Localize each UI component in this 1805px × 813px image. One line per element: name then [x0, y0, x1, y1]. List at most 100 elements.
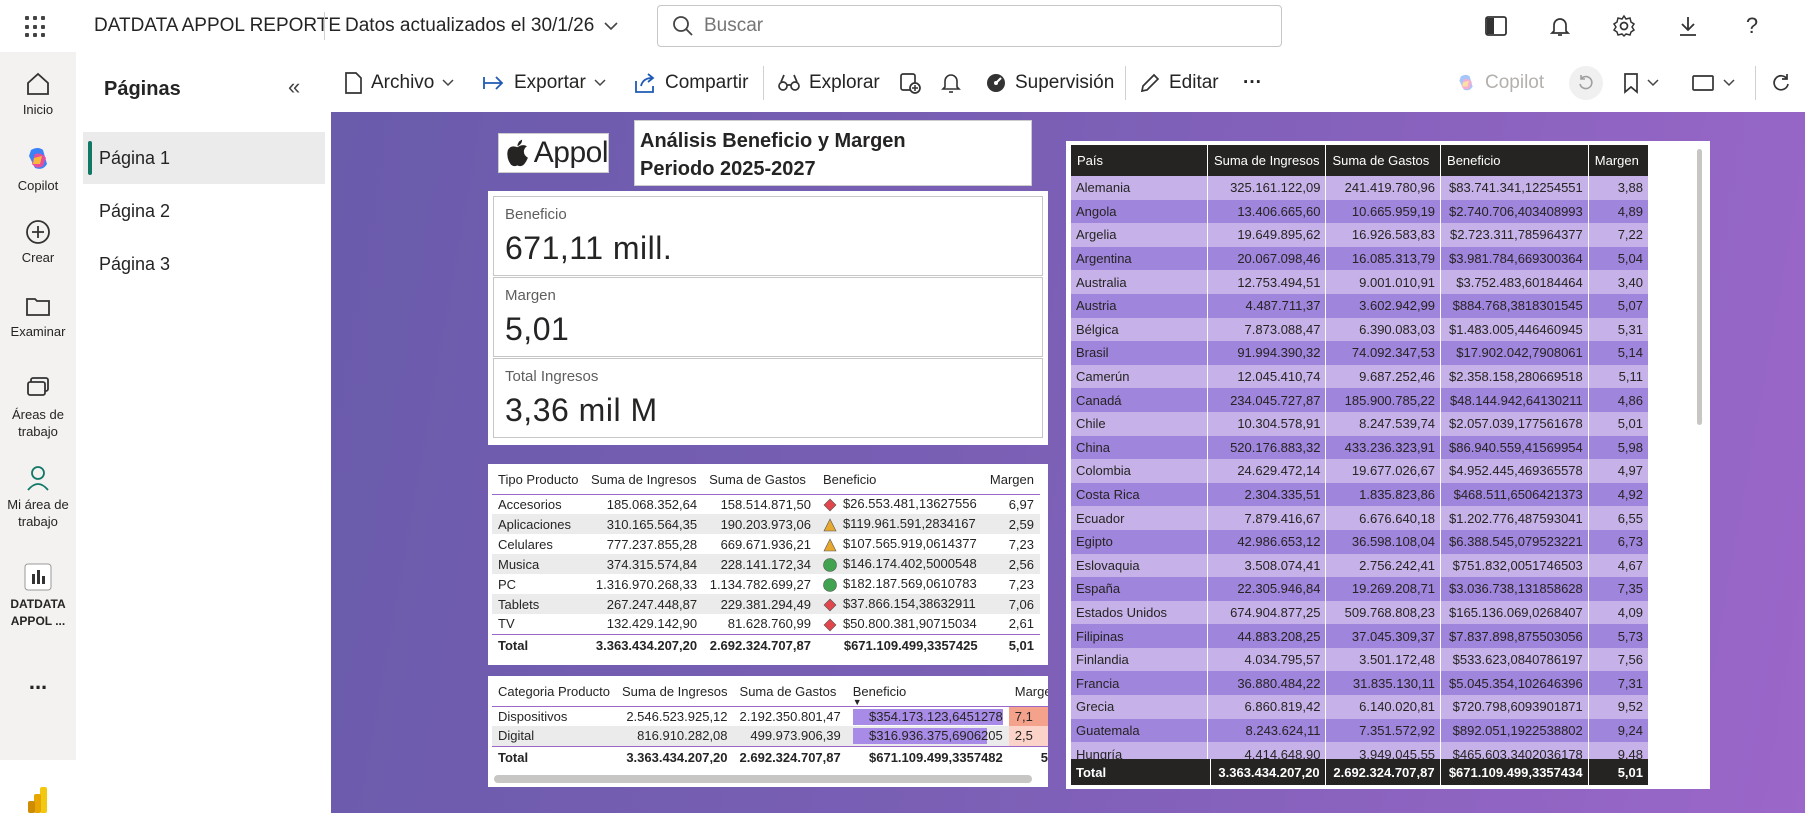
table-row[interactable]: Finlandia 4.034.795,57 3.501.172,48 $533.62… — [1070, 647, 1648, 672]
column-header[interactable]: Suma de Gastos — [703, 466, 817, 495]
help-icon[interactable]: ? — [1738, 12, 1766, 40]
table-row[interactable]: Colombia 24.629.472,14 19.677.026,67 $4.952… — [1070, 459, 1648, 483]
view-mode-icon[interactable] — [1691, 70, 1735, 96]
collapse-pages-icon[interactable]: « — [288, 74, 300, 100]
export-menu-button[interactable]: Exportar — [482, 70, 606, 96]
kpi-card-total-ingresos[interactable]: Total Ingresos 3,36 mil M — [493, 358, 1043, 438]
table-cell: Colombia — [1070, 459, 1208, 483]
table-row[interactable]: Egipto 42.986.653,12 36.598.108,04 $6.388.5… — [1070, 529, 1648, 554]
table-cell: 520.176.883,32 — [1206, 435, 1326, 460]
table-row[interactable]: Angola 13.406.665,60 10.665.959,19 $2.740.7… — [1070, 199, 1648, 224]
settings-gear-icon[interactable] — [1610, 12, 1638, 40]
table-row[interactable]: Tablets 267.247.448,87 229.381.294,49 $37.8… — [492, 594, 1040, 614]
table-row[interactable]: España 22.305.946,84 19.269.208,71 $3.036.7… — [1070, 577, 1648, 601]
column-header[interactable]: Beneficio — [816, 466, 984, 495]
share-button[interactable]: Compartir — [633, 70, 748, 96]
column-header[interactable]: Margen — [1587, 145, 1648, 176]
rail-copilot[interactable]: Copilot — [0, 144, 76, 193]
data-updated-dropdown[interactable]: Datos actualizados el 30/1/26 — [345, 15, 618, 37]
table-row[interactable]: Chile 10.304.578,91 8.247.539,74 $2.057.039… — [1070, 411, 1648, 436]
bookmark-icon[interactable] — [1623, 70, 1659, 96]
table-row[interactable]: Francia 36.880.484,22 31.835.130,11 $5.045.… — [1070, 671, 1648, 696]
table-row[interactable]: Brasil 91.994.390,32 74.092.347,53 $17.902.… — [1070, 341, 1648, 365]
table-cell: $3.752.483,60184464 — [1440, 270, 1589, 294]
column-header[interactable]: País — [1070, 145, 1208, 176]
reset-icon[interactable] — [1569, 66, 1603, 100]
table-cell: 7.873.088,47 — [1206, 317, 1326, 342]
table-row[interactable]: Costa Rica 2.304.335,51 1.835.823,86 $468.5… — [1070, 482, 1648, 507]
more-options-button[interactable]: ··· — [1243, 70, 1262, 96]
total-cell: 5,01 — [983, 633, 1040, 656]
vertical-scrollbar[interactable] — [1697, 149, 1702, 425]
table-row[interactable]: Eslovaquia 3.508.074,41 2.756.242,41 $751.8… — [1070, 553, 1648, 578]
page-tab-3[interactable]: Página 3 — [83, 238, 325, 290]
column-header[interactable]: Margen — [1008, 678, 1048, 707]
explore-button[interactable]: Explorar — [777, 70, 880, 96]
copilot-button[interactable]: Copilot — [1455, 70, 1544, 96]
subscribe-bell-icon[interactable] — [941, 70, 961, 96]
column-header[interactable]: Suma de Ingresos — [1206, 145, 1326, 176]
add-to-dashboard-icon[interactable] — [898, 70, 922, 96]
table-row[interactable]: Canadá 234.045.727,87 185.900.785,22 $48.14… — [1070, 388, 1648, 412]
column-header[interactable]: Suma de Ingresos — [584, 466, 704, 495]
table-row[interactable]: Estados Unidos 674.904.877,25 509.768.808,… — [1070, 600, 1648, 625]
column-header[interactable]: Suma de Gastos — [1325, 145, 1441, 176]
rail-more-icon[interactable]: ... — [0, 669, 76, 695]
table-row[interactable]: TV 132.429.142,90 81.628.760,99 $50.800.381… — [492, 614, 1040, 634]
product-category-table[interactable]: Categoria Producto Suma de Ingresos Suma… — [488, 676, 1048, 787]
kpi-card-beneficio[interactable]: Beneficio 671,11 mill. — [493, 196, 1043, 276]
rail-workspaces[interactable]: Áreas de trabajo — [0, 374, 76, 440]
refresh-icon[interactable] — [1771, 70, 1791, 96]
table-row[interactable]: Ecuador 7.879.416,67 6.676.640,18 $1.202.77… — [1070, 506, 1648, 530]
table-row[interactable]: Camerún 12.045.410,74 9.687.252,46 $2.358.1… — [1070, 364, 1648, 389]
table-row[interactable]: Digital 816.910.282,08 499.973.906,39 $316.… — [492, 726, 1048, 746]
column-header[interactable]: Beneficio — [1440, 145, 1589, 176]
edit-button[interactable]: Editar — [1139, 70, 1219, 96]
download-icon[interactable] — [1674, 12, 1702, 40]
page-tab-1[interactable]: Página 1 — [83, 132, 325, 184]
table-cell: Costa Rica — [1070, 482, 1208, 507]
rail-create[interactable]: Crear — [0, 218, 76, 265]
table-row[interactable]: Alemania 325.161.122,09 241.419.780,96 $83.… — [1070, 176, 1648, 200]
search-input[interactable] — [704, 15, 1264, 37]
column-header[interactable]: Beneficio ▼ — [846, 678, 1009, 707]
column-header[interactable]: Suma de Ingresos — [616, 678, 734, 707]
monitoring-button[interactable]: Supervisión — [985, 70, 1114, 96]
table-cell: 6.676.640,18 — [1325, 506, 1441, 530]
table-row[interactable]: Australia 12.753.494,51 9.001.010,91 $3.752… — [1070, 270, 1648, 294]
table-row[interactable]: Argentina 20.067.098,46 16.085.313,79 $3.98… — [1070, 246, 1648, 271]
column-header[interactable]: Margen — [983, 466, 1040, 495]
table-row[interactable]: Filipinas 44.883.208,25 37.045.309,37 $7.83… — [1070, 624, 1648, 648]
table-cell: 3.508.074,41 — [1206, 553, 1326, 578]
table-row[interactable]: China 520.176.883,32 433.236.323,91 $86.940… — [1070, 435, 1648, 460]
table-row[interactable]: Austria 4.487.711,37 3.602.942,99 $884.768,… — [1070, 293, 1648, 318]
horizontal-scrollbar[interactable] — [494, 775, 1032, 783]
table-row[interactable]: Argelia 19.649.895,62 16.926.583,83 $2.723.… — [1070, 223, 1648, 247]
table-row[interactable]: Aplicaciones 310.165.564,35 190.203.973,06… — [492, 514, 1040, 534]
page-tab-2[interactable]: Página 2 — [83, 185, 325, 237]
table-row[interactable]: Celulares 777.237.855,28 669.671.936,21 $10… — [492, 534, 1040, 554]
column-header[interactable]: Categoria Producto — [492, 678, 617, 707]
column-header[interactable]: Suma de Gastos — [733, 678, 847, 707]
column-header[interactable]: Tipo Producto — [492, 466, 585, 495]
table-row[interactable]: Bélgica 7.873.088,47 6.390.083,03 $1.483.00… — [1070, 317, 1648, 342]
product-type-table[interactable]: Tipo Producto Suma de Ingresos Suma de G… — [488, 464, 1048, 665]
table-row[interactable]: Grecia 6.860.819,42 6.140.020,81 $720.798,6… — [1070, 695, 1648, 719]
panel-toggle-icon[interactable] — [1482, 12, 1510, 40]
table-row[interactable]: Guatemala 8.243.624,11 7.351.572,92 $892.05… — [1070, 718, 1648, 743]
rail-current-report[interactable]: DATDATA APPOL ... — [0, 562, 76, 630]
rail-home[interactable]: Inicio — [0, 70, 76, 117]
report-title[interactable]: DATDATA APPOL REPORTE — [94, 15, 341, 37]
rail-my-workspace[interactable]: Mi área de trabajo — [0, 464, 76, 530]
country-table-visual[interactable]: País Suma de Ingresos Suma de Gastos Ben… — [1066, 141, 1710, 789]
file-menu-button[interactable]: Archivo — [343, 70, 454, 96]
rail-browse[interactable]: Examinar — [0, 292, 76, 339]
table-row[interactable]: Dispositivos 2.546.523.925,12 2.192.350.80… — [492, 706, 1048, 726]
notifications-icon[interactable] — [1546, 12, 1574, 40]
table-row[interactable]: Accesorios 185.068.352,64 158.514.871,50 $2… — [492, 494, 1040, 514]
kpi-card-margen[interactable]: Margen 5,01 — [493, 277, 1043, 357]
table-row[interactable]: Musica 374.315.574,84 228.141.172,34 $146.1… — [492, 554, 1040, 574]
table-row[interactable]: PC 1.316.970.268,33 1.134.782.699,27 $182.1… — [492, 574, 1040, 594]
search-box[interactable] — [657, 5, 1282, 47]
app-launcher-icon[interactable] — [25, 16, 47, 38]
